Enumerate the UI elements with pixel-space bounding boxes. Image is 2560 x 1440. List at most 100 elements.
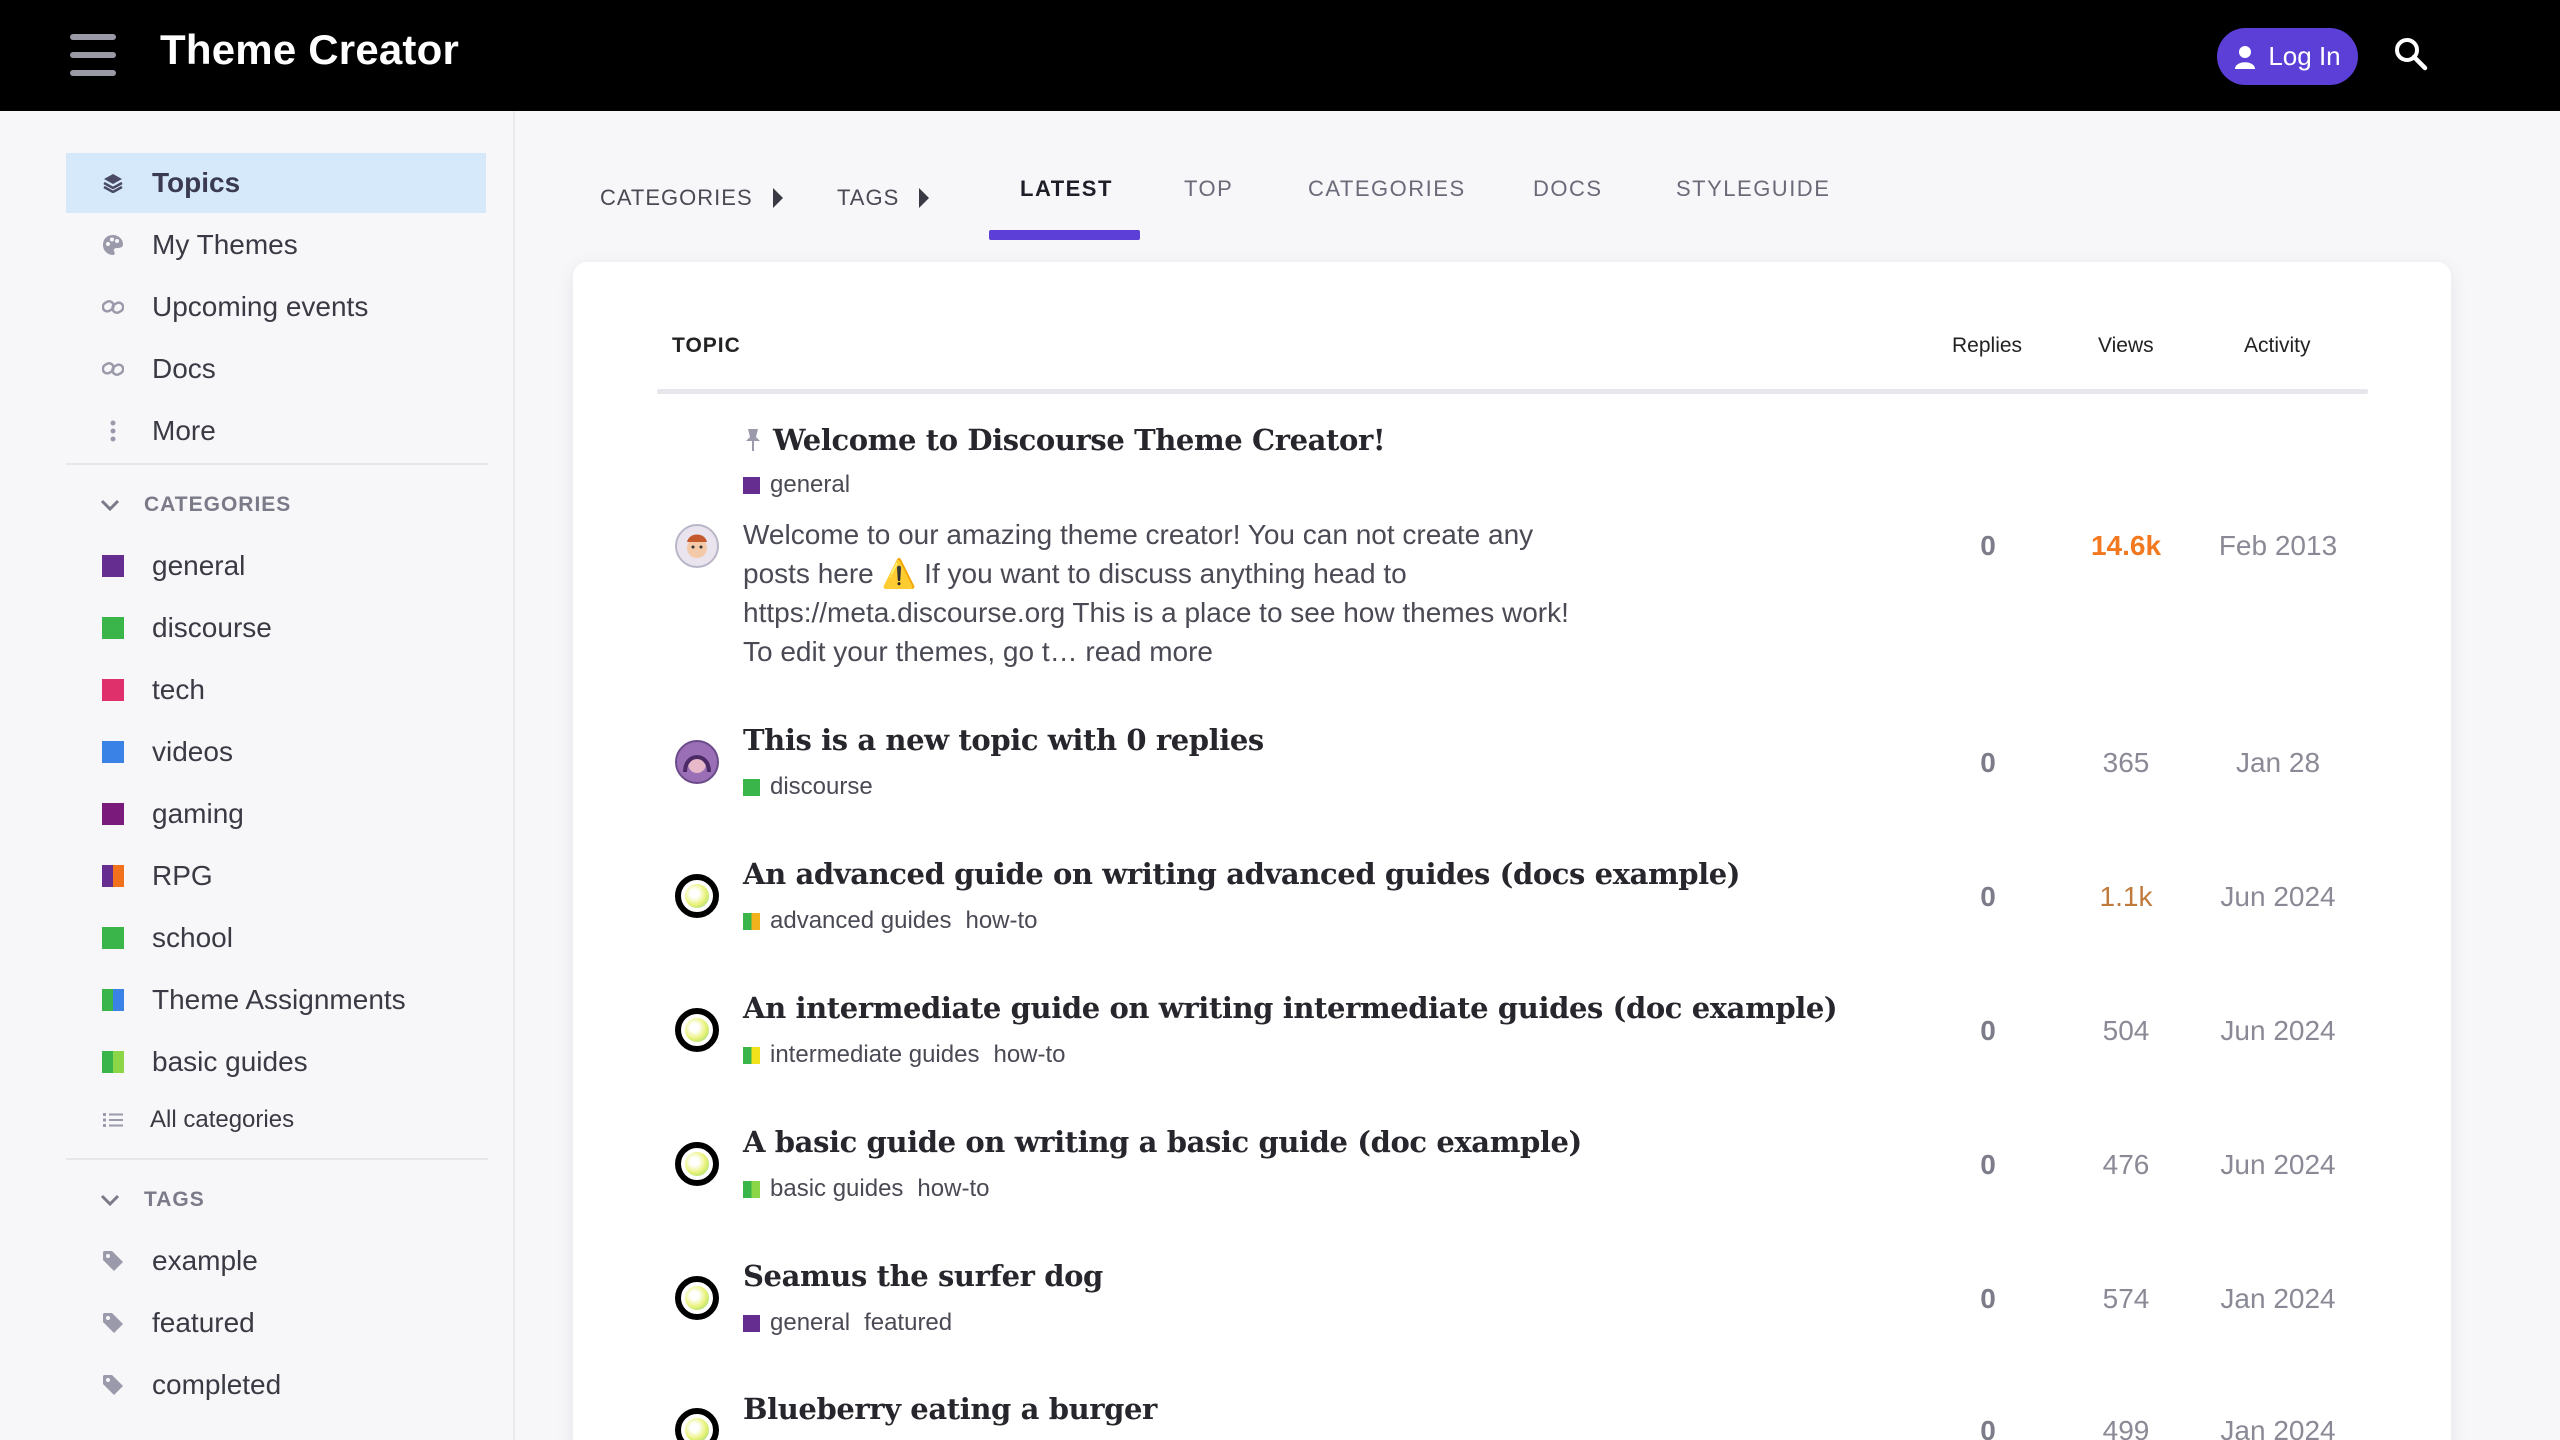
sidebar-item-label: videos: [152, 736, 233, 767]
tag-icon: [101, 1249, 125, 1273]
category-label: basic guides: [770, 1175, 904, 1202]
category-swatch: [743, 912, 760, 930]
topic-category-badge[interactable]: general: [743, 471, 850, 499]
palette-icon: [101, 233, 125, 257]
activity-date[interactable]: Feb 2013: [2188, 530, 2368, 562]
column-header-replies[interactable]: Replies: [1952, 334, 2022, 358]
category-label: discourse: [770, 773, 873, 800]
views-count: 1.1k: [2099, 881, 2153, 912]
site-title[interactable]: Theme Creator: [160, 26, 459, 74]
list-icon: [101, 1108, 125, 1132]
tab-top[interactable]: TOP: [1184, 176, 1233, 202]
category-label: advanced guides: [770, 907, 952, 934]
column-header-views[interactable]: Views: [2098, 334, 2154, 358]
topic-category-badge[interactable]: intermediate guides: [743, 1041, 979, 1069]
sidebar-item-label: Upcoming events: [152, 291, 369, 322]
replies-count[interactable]: 0: [1928, 1283, 2048, 1315]
tags-dropdown[interactable]: TAGS: [837, 185, 930, 211]
sidebar-item-label: school: [152, 922, 233, 953]
views-count: 499: [2102, 1415, 2150, 1440]
topic-tag[interactable]: featured: [864, 1309, 952, 1337]
topic-title-link[interactable]: Welcome to Discourse Theme Creator!: [743, 423, 1386, 457]
topic-title-link[interactable]: A basic guide on writing a basic guide (…: [743, 1125, 1582, 1159]
categories-dropdown[interactable]: CATEGORIES: [600, 185, 783, 211]
tab-docs[interactable]: DOCS: [1533, 176, 1603, 202]
tab-categories[interactable]: CATEGORIES: [1308, 176, 1466, 202]
link-icon: [101, 295, 125, 319]
avatar[interactable]: [675, 740, 719, 784]
topic-title-link[interactable]: Seamus the surfer dog: [743, 1259, 1103, 1293]
sidebar-all-categories[interactable]: All categories: [66, 1090, 486, 1150]
replies-count[interactable]: 0: [1928, 747, 2048, 779]
sidebar-category-videos[interactable]: videos: [66, 722, 486, 782]
topic-tag[interactable]: how-to: [917, 1175, 989, 1203]
login-button[interactable]: Log In: [2217, 28, 2358, 85]
replies-count[interactable]: 0: [1928, 1149, 2048, 1181]
sidebar-category-discourse[interactable]: discourse: [66, 598, 486, 658]
topic-tag[interactable]: how-to: [993, 1041, 1065, 1069]
activity-date[interactable]: Jun 2024: [2188, 1149, 2368, 1181]
sidebar-item-my-themes[interactable]: My Themes: [66, 215, 486, 275]
sidebar-category-gaming[interactable]: gaming: [66, 784, 486, 844]
sidebar-section-tags[interactable]: TAGS: [100, 1188, 205, 1212]
sidebar-category-general[interactable]: general: [66, 536, 486, 596]
avatar[interactable]: [675, 874, 719, 918]
topic-title-link[interactable]: An intermediate guide on writing interme…: [743, 991, 1838, 1025]
sidebar-item-label: general: [152, 550, 246, 581]
sidebar-category-school[interactable]: school: [66, 908, 486, 968]
sidebar-item-upcoming-events[interactable]: Upcoming events: [66, 277, 486, 337]
activity-date[interactable]: Jan 2024: [2188, 1415, 2368, 1440]
tab-styleguide[interactable]: STYLEGUIDE: [1676, 176, 1830, 202]
avatar[interactable]: [675, 524, 719, 568]
column-header-activity[interactable]: Activity: [2244, 334, 2311, 358]
topic-category-badge[interactable]: discourse: [743, 773, 873, 801]
topic-title-link[interactable]: This is a new topic with 0 replies: [743, 723, 1264, 757]
column-header-topic[interactable]: TOPIC: [672, 334, 741, 358]
sidebar-item-topics[interactable]: Topics: [66, 153, 486, 213]
category-swatch: [102, 865, 124, 887]
replies-count[interactable]: 0: [1928, 1415, 2048, 1440]
sidebar-category-tech[interactable]: tech: [66, 660, 486, 720]
replies-count[interactable]: 0: [1928, 1015, 2048, 1047]
topic-title-link[interactable]: Blueberry eating a burger: [743, 1392, 1157, 1426]
avatar[interactable]: [675, 1008, 719, 1052]
topic-meta: discourse: [743, 773, 873, 801]
replies-count[interactable]: 0: [1928, 530, 2048, 562]
sidebar-item-docs[interactable]: Docs: [66, 339, 486, 399]
activity-date[interactable]: Jan 28: [2188, 747, 2368, 779]
activity-date[interactable]: Jan 2024: [2188, 1283, 2368, 1315]
replies-count[interactable]: 0: [1928, 881, 2048, 913]
hamburger-menu-icon[interactable]: [70, 34, 116, 76]
avatar[interactable]: [675, 1276, 719, 1320]
search-icon[interactable]: [2393, 36, 2429, 72]
sidebar-section-categories[interactable]: CATEGORIES: [100, 493, 291, 517]
category-swatch: [743, 476, 760, 494]
category-swatch: [743, 1180, 760, 1198]
sidebar-item-label: example: [152, 1245, 258, 1276]
sidebar-category-basic-guides[interactable]: basic guides: [66, 1032, 486, 1092]
topic-title-link[interactable]: An advanced guide on writing advanced gu…: [743, 857, 1741, 891]
category-swatch: [102, 741, 124, 763]
category-swatch: [743, 778, 760, 796]
topic-category-badge[interactable]: general: [743, 1309, 850, 1337]
sidebar-item-label: featured: [152, 1307, 255, 1338]
sidebar-tag-example[interactable]: example: [66, 1231, 486, 1291]
topic-category-badge[interactable]: basic guides: [743, 1175, 903, 1203]
topic-tag[interactable]: how-to: [965, 907, 1037, 935]
tab-latest[interactable]: LATEST: [1020, 176, 1113, 202]
sidebar-category-theme-assignments[interactable]: Theme Assignments: [66, 970, 486, 1030]
sidebar-tag-featured[interactable]: featured: [66, 1293, 486, 1353]
category-label: intermediate guides: [770, 1041, 980, 1068]
category-swatch: [102, 617, 124, 639]
activity-date[interactable]: Jun 2024: [2188, 1015, 2368, 1047]
views-count: 365: [2102, 747, 2150, 778]
user-icon: [2235, 45, 2256, 69]
topic-meta: intermediate guides how-to: [743, 1041, 1066, 1069]
sidebar-tag-completed[interactable]: completed: [66, 1355, 486, 1415]
topic-category-badge[interactable]: advanced guides: [743, 907, 951, 935]
sidebar-category-rpg[interactable]: RPG: [66, 846, 486, 906]
sidebar-item-more[interactable]: More: [66, 401, 486, 461]
read-more-link[interactable]: read more: [1085, 636, 1213, 667]
avatar[interactable]: [675, 1142, 719, 1186]
activity-date[interactable]: Jun 2024: [2188, 881, 2368, 913]
